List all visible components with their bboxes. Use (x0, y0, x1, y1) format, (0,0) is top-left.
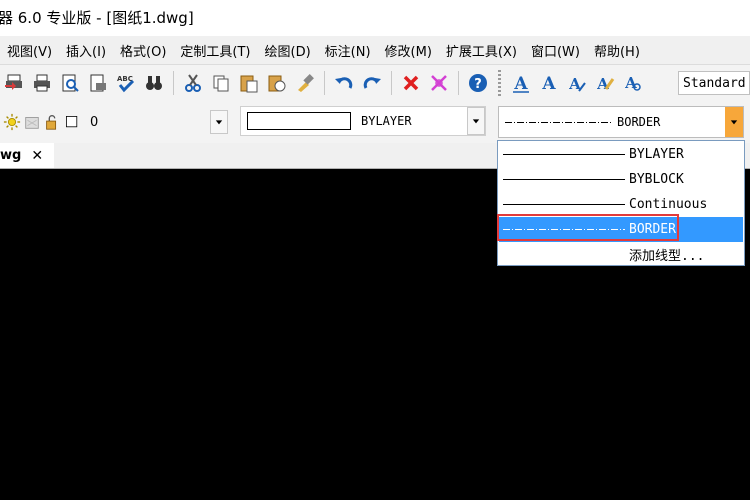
menu-draw[interactable]: 绘图(D) (258, 41, 318, 60)
color-dropdown-button[interactable] (467, 107, 485, 135)
menu-view[interactable]: 视图(V) (0, 41, 59, 60)
paste-icon[interactable] (238, 72, 260, 94)
text-style-select[interactable]: Standard (678, 71, 750, 95)
find-text-icon[interactable]: A (622, 72, 644, 94)
menu-format[interactable]: 格式(O) (113, 41, 173, 60)
toolbar-separator (324, 71, 325, 95)
menu-help[interactable]: 帮助(H) (587, 41, 647, 60)
svg-text:?: ? (474, 77, 482, 92)
svg-text:A: A (541, 74, 556, 93)
linetype-option-label: Continuous (629, 197, 708, 212)
print-preview-icon[interactable] (59, 72, 81, 94)
toolbar-grip[interactable] (498, 70, 501, 96)
plot-preview-icon[interactable] (87, 72, 109, 94)
linetype-option-add[interactable]: 添加线型... (499, 242, 743, 267)
help-icon[interactable]: ? (467, 72, 489, 94)
cut-icon[interactable] (182, 72, 204, 94)
linetype-value: BORDER (617, 115, 661, 129)
text-outline-icon[interactable]: A (538, 72, 560, 94)
tab-label: wg (0, 148, 22, 163)
window-title: 器 6.0 专业版 - [图纸1.dwg] (0, 9, 194, 27)
current-layer-name: 0 (90, 114, 99, 130)
linetype-preview (505, 121, 613, 123)
menu-extend-tools[interactable]: 扩展工具(X) (439, 41, 524, 60)
linetype-option-label: BORDER (629, 222, 676, 237)
linetype-dropdown-list: BYLAYER BYBLOCK Continuous BORDER 添加线型..… (497, 140, 745, 266)
redo-icon[interactable] (361, 72, 383, 94)
close-icon[interactable]: ✕ (31, 148, 43, 164)
menu-dimension[interactable]: 标注(N) (318, 41, 378, 60)
toolbar-separator (391, 71, 392, 95)
find-icon[interactable] (143, 72, 165, 94)
svg-text:A: A (596, 75, 609, 93)
linetype-dropdown-button[interactable] (725, 107, 743, 137)
layer-control[interactable]: 0 (2, 109, 228, 135)
paste-special-icon[interactable] (266, 72, 288, 94)
linetype-control[interactable]: BORDER (498, 106, 744, 138)
linetype-dashdot-preview (503, 229, 625, 230)
text-icon[interactable]: A (510, 72, 532, 94)
publish-icon[interactable] (3, 72, 25, 94)
menu-bar: 视图(V) 插入(I) 格式(O) 定制工具(T) 绘图(D) 标注(N) 修改… (0, 36, 750, 65)
svg-text:A: A (513, 74, 528, 93)
layer-color-swatch[interactable] (62, 112, 82, 132)
delete-icon[interactable] (400, 72, 422, 94)
linetype-solid-preview (503, 179, 625, 180)
layer-freeze-icon[interactable] (22, 112, 42, 132)
menu-modify[interactable]: 修改(M) (378, 41, 439, 60)
title-bar: 器 6.0 专业版 - [图纸1.dwg] (0, 0, 750, 36)
standard-toolbar: ABC ? A A A A A Standard (0, 65, 750, 101)
match-properties-icon[interactable] (294, 72, 316, 94)
color-swatch (247, 112, 351, 130)
layer-on-sun-icon[interactable] (2, 112, 22, 132)
linetype-solid-preview (503, 154, 625, 155)
linetype-option-bylayer[interactable]: BYLAYER (499, 142, 743, 167)
menu-window[interactable]: 窗口(W) (524, 41, 587, 60)
linetype-option-label: BYBLOCK (629, 172, 684, 187)
undo-icon[interactable] (333, 72, 355, 94)
layer-lock-icon[interactable] (42, 112, 62, 132)
text-edit-icon[interactable]: A (566, 72, 588, 94)
linetype-option-border[interactable]: BORDER (499, 217, 743, 242)
text-style-icon[interactable]: A (594, 72, 616, 94)
copy-icon[interactable] (210, 72, 232, 94)
print-icon[interactable] (31, 72, 53, 94)
erase-all-icon[interactable] (428, 72, 450, 94)
spell-check-icon[interactable]: ABC (115, 72, 137, 94)
menu-insert[interactable]: 插入(I) (59, 41, 113, 60)
menu-custom-tools[interactable]: 定制工具(T) (173, 41, 257, 60)
toolbar-separator (458, 71, 459, 95)
color-value: BYLAYER (361, 114, 412, 128)
linetype-option-continuous[interactable]: Continuous (499, 192, 743, 217)
linetype-option-label: BYLAYER (629, 147, 684, 162)
tab-drawing1[interactable]: wg ✕ (0, 143, 54, 168)
linetype-solid-preview (503, 204, 625, 205)
linetype-option-label: 添加线型... (629, 249, 705, 264)
layer-dropdown-button[interactable] (210, 110, 228, 134)
linetype-option-byblock[interactable]: BYBLOCK (499, 167, 743, 192)
color-control[interactable]: BYLAYER (240, 106, 486, 136)
toolbar-separator (173, 71, 174, 95)
